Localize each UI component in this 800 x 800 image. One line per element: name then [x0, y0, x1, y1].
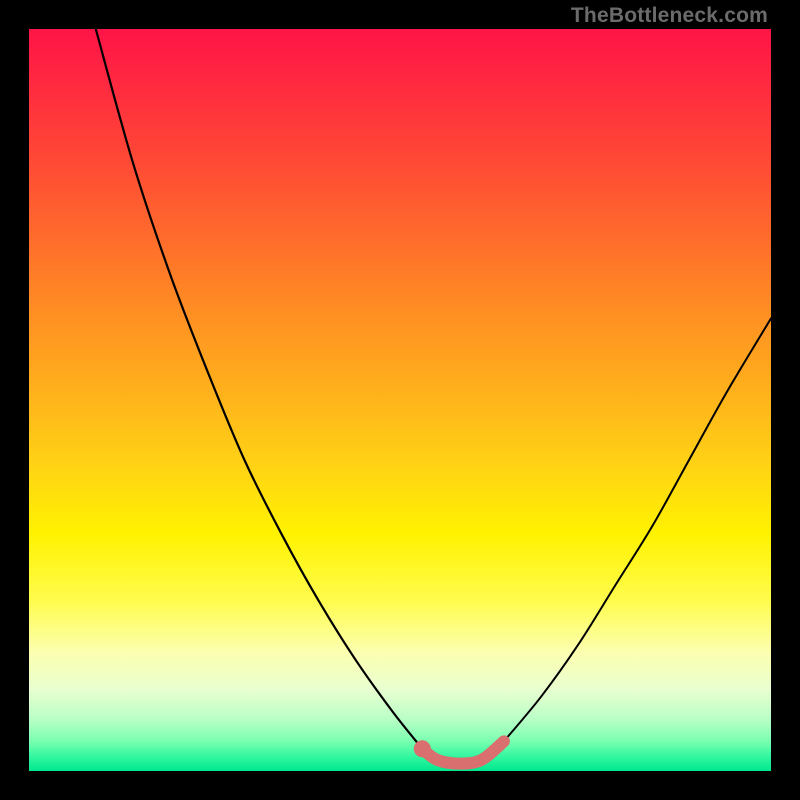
floor-highlight [422, 741, 504, 763]
watermark-text: TheBottleneck.com [571, 4, 768, 28]
curves-svg [29, 29, 771, 771]
plot-area [29, 29, 771, 771]
highlight-dot [414, 740, 431, 757]
left-curve [96, 29, 422, 749]
chart-frame: TheBottleneck.com [0, 0, 800, 800]
right-curve [504, 318, 771, 741]
